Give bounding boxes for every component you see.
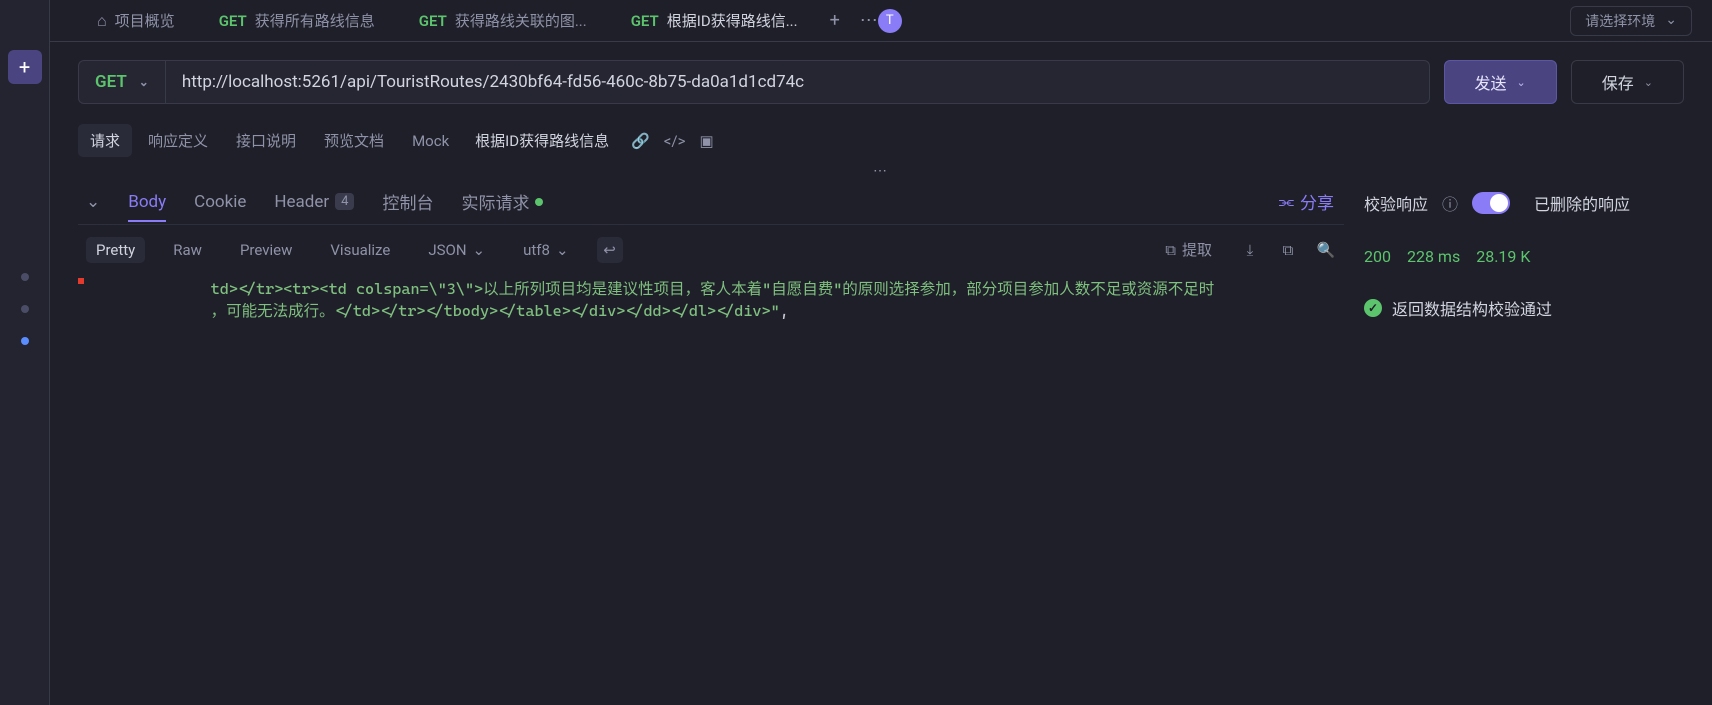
response-tabs: ⌄ Body Cookie Header 4 控制台 实际请求 ⫘ 分享 xyxy=(78,181,1344,224)
view-pretty[interactable]: Pretty xyxy=(86,237,145,263)
chevron-down-icon: ⌄ xyxy=(139,75,149,89)
response-time: 228 ms xyxy=(1407,247,1460,266)
encoding-select[interactable]: utf8 ⌄ xyxy=(513,237,578,263)
send-label: 发送 xyxy=(1475,70,1507,94)
share-button[interactable]: ⫘ 分享 xyxy=(1279,189,1334,214)
resp-tab-header[interactable]: Header 4 xyxy=(274,192,354,212)
status-dot-icon xyxy=(535,198,543,206)
chevron-down-icon: ⌄ xyxy=(473,241,486,259)
rail-dot[interactable] xyxy=(21,305,29,313)
resp-tab-body[interactable]: Body xyxy=(128,192,166,212)
validation-pass-label: 返回数据结构校验通过 xyxy=(1392,296,1552,320)
view-preview[interactable]: Preview xyxy=(230,237,302,263)
add-tab-button[interactable]: + xyxy=(8,50,42,84)
resp-tab-real-request[interactable]: 实际请求 xyxy=(461,189,543,214)
env-label: 请选择环境 xyxy=(1585,11,1655,31)
tab-label: 根据ID获得路线信... xyxy=(667,10,798,31)
validation-pass: ✓ 返回数据结构校验通过 xyxy=(1364,296,1684,320)
header-count-badge: 4 xyxy=(335,193,354,210)
save-button[interactable]: 保存 ⌄ xyxy=(1571,60,1684,104)
subtab-response-def[interactable]: 响应定义 xyxy=(136,124,220,157)
send-button[interactable]: 发送 ⌄ xyxy=(1444,60,1557,104)
extract-button[interactable]: ⧉ 提取 xyxy=(1155,235,1222,264)
subtab-mock[interactable]: Mock xyxy=(400,126,461,156)
api-title: 根据ID获得路线信息 xyxy=(465,124,619,157)
method-select[interactable]: GET ⌄ xyxy=(78,60,165,104)
share-label: 分享 xyxy=(1300,189,1334,214)
chevron-down-icon: ⌄ xyxy=(1665,12,1677,28)
method-badge: GET xyxy=(631,12,659,30)
validate-label: 校验响应 xyxy=(1364,191,1428,215)
url-text: http://localhost:5261/api/TouristRoutes/… xyxy=(182,72,804,92)
tab-label: 获得所有路线信息 xyxy=(255,10,375,31)
request-subtabs: 请求 响应定义 接口说明 预览文档 Mock 根据ID获得路线信息 🔗 </> … xyxy=(78,124,1684,157)
method-label: GET xyxy=(95,72,127,92)
resp-tab-console[interactable]: 控制台 xyxy=(382,189,433,214)
check-icon: ✓ xyxy=(1364,299,1382,317)
tab-label: 项目概览 xyxy=(115,10,175,31)
new-tab-button[interactable]: + xyxy=(830,10,840,31)
extract-label: 提取 xyxy=(1182,239,1212,260)
response-stats: 200 228 ms 28.19 K xyxy=(1364,235,1684,278)
resp-tab-header-label: Header xyxy=(274,192,329,212)
download-icon[interactable]: ⤓ xyxy=(1240,241,1260,259)
subtab-request[interactable]: 请求 xyxy=(78,124,132,157)
copy-icon[interactable]: ⧉ xyxy=(1278,241,1298,259)
tab-route-by-id[interactable]: GET 根据ID获得路线信... xyxy=(609,0,820,41)
resp-tab-real-request-label: 实际请求 xyxy=(461,189,529,214)
tab-bar: ⌂ 项目概览 GET 获得所有路线信息 GET 获得路线关联的图... GET … xyxy=(50,0,1712,42)
json-editor[interactable]: td></tr><tr><td colspan=\"3\">以上所列项目均是建议… xyxy=(78,274,1344,705)
validate-toggle[interactable] xyxy=(1472,192,1510,214)
format-select[interactable]: JSON ⌄ xyxy=(418,237,495,263)
response-size: 28.19 K xyxy=(1476,247,1530,266)
rail-dots xyxy=(21,273,29,345)
divider-handle[interactable]: ⋯ xyxy=(78,163,1684,179)
code-icon[interactable]: </> xyxy=(664,132,686,150)
view-raw[interactable]: Raw xyxy=(163,237,212,263)
rail-dot[interactable] xyxy=(21,273,29,281)
env-badge[interactable]: T xyxy=(878,9,902,33)
env-select[interactable]: 请选择环境 ⌄ xyxy=(1570,6,1692,36)
more-tabs-button[interactable]: ⋯ xyxy=(860,10,878,31)
chevron-down-icon: ⌄ xyxy=(556,241,569,259)
panel-icon[interactable]: ▣ xyxy=(699,132,713,150)
search-icon[interactable]: 🔍 xyxy=(1316,241,1336,259)
http-status: 200 xyxy=(1364,247,1391,266)
share-icon: ⫘ xyxy=(1279,192,1294,212)
format-label: JSON xyxy=(428,241,466,259)
tab-label: 获得路线关联的图... xyxy=(455,10,587,31)
tab-overview[interactable]: ⌂ 项目概览 xyxy=(75,0,197,41)
resp-tab-cookie[interactable]: Cookie xyxy=(194,192,246,212)
deleted-response-label: 已删除的响应 xyxy=(1534,191,1630,215)
collapse-icon[interactable]: ⌄ xyxy=(86,192,100,212)
save-label: 保存 xyxy=(1602,70,1634,94)
link-icon[interactable]: 🔗 xyxy=(631,132,650,150)
right-panel: 校验响应 ⓘ 已删除的响应 200 228 ms 28.19 K ✓ 返回数据结… xyxy=(1364,181,1684,705)
info-icon[interactable]: ⓘ xyxy=(1442,191,1458,215)
encoding-label: utf8 xyxy=(523,241,550,259)
url-input[interactable]: http://localhost:5261/api/TouristRoutes/… xyxy=(165,60,1430,104)
extract-icon: ⧉ xyxy=(1165,241,1176,259)
tab-all-routes[interactable]: GET 获得所有路线信息 xyxy=(197,0,397,41)
subtab-preview-doc[interactable]: 预览文档 xyxy=(312,124,396,157)
overview-icon: ⌂ xyxy=(97,11,107,31)
chevron-down-icon: ⌄ xyxy=(1644,76,1653,89)
left-rail: + xyxy=(0,0,50,705)
chevron-down-icon: ⌄ xyxy=(1517,76,1526,89)
body-toolbar: Pretty Raw Preview Visualize JSON ⌄ utf8… xyxy=(78,224,1344,274)
tab-actions: + ⋯ xyxy=(830,0,878,41)
method-badge: GET xyxy=(219,12,247,30)
rail-dot-active[interactable] xyxy=(21,337,29,345)
subtab-api-doc[interactable]: 接口说明 xyxy=(224,124,308,157)
view-visualize[interactable]: Visualize xyxy=(320,237,400,263)
tab-route-images[interactable]: GET 获得路线关联的图... xyxy=(397,0,609,41)
wrap-icon: ↩ xyxy=(603,241,616,259)
request-row: GET ⌄ http://localhost:5261/api/TouristR… xyxy=(78,60,1684,104)
method-badge: GET xyxy=(419,12,447,30)
wrap-toggle[interactable]: ↩ xyxy=(597,237,623,263)
